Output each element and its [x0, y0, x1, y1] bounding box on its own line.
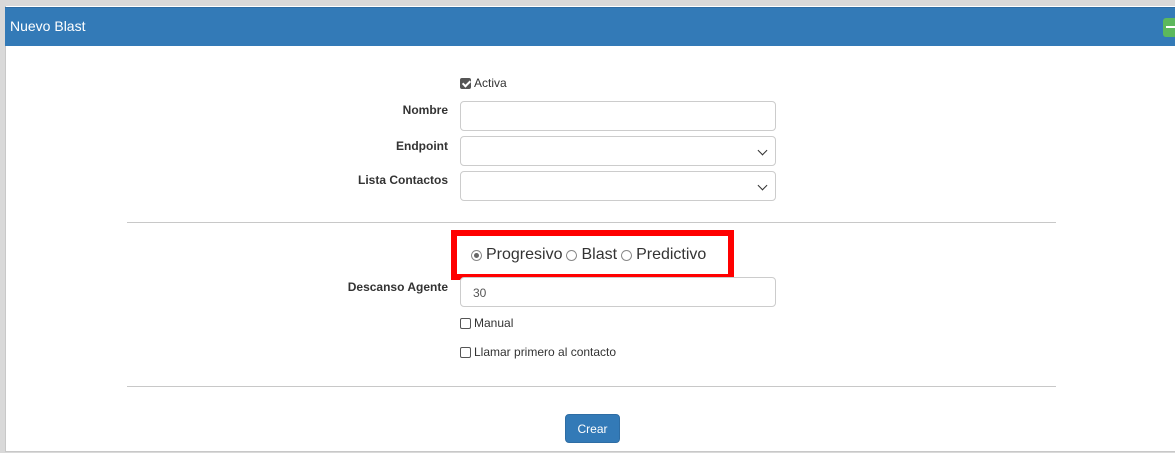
radio-predictivo-label[interactable]: Predictivo — [636, 246, 706, 264]
radio-predictivo[interactable] — [621, 249, 633, 261]
radio-blast[interactable] — [566, 249, 578, 261]
activa-checkbox[interactable] — [460, 77, 471, 89]
chevron-down-icon — [757, 145, 768, 156]
dial-mode-radio-group: Progresivo Blast Predictivo — [471, 246, 710, 264]
endpoint-label: Endpoint — [396, 139, 448, 153]
activa-checkbox-row[interactable]: Activa — [460, 76, 507, 90]
manual-checkbox-row[interactable]: Manual — [460, 316, 513, 330]
lista-contactos-label: Lista Contactos — [357, 173, 448, 187]
radio-blast-label[interactable]: Blast — [581, 246, 617, 264]
activa-label: Activa — [474, 76, 507, 90]
llamar-checkbox-row[interactable]: Llamar primero al contacto — [460, 345, 616, 359]
divider — [127, 386, 1056, 387]
panel-title: Nuevo Blast — [10, 18, 86, 34]
descanso-agente-label: Descanso Agente — [347, 280, 448, 294]
crear-button[interactable]: Crear — [565, 414, 620, 443]
chevron-down-icon — [757, 180, 768, 191]
manual-checkbox[interactable] — [460, 317, 471, 329]
descanso-agente-value: 30 — [473, 286, 487, 300]
collapse-icon[interactable] — [1163, 18, 1175, 37]
divider — [127, 222, 1056, 223]
radio-progresivo[interactable] — [471, 249, 482, 261]
radio-progresivo-label[interactable]: Progresivo — [486, 246, 562, 264]
llamar-label: Llamar primero al contacto — [474, 345, 617, 359]
nombre-label: Nombre — [402, 103, 448, 117]
llamar-checkbox[interactable] — [460, 346, 471, 358]
endpoint-select[interactable] — [460, 136, 776, 166]
nombre-input[interactable] — [460, 101, 776, 131]
manual-label: Manual — [474, 316, 514, 330]
lista-contactos-select[interactable] — [460, 171, 776, 201]
panel-header: Nuevo Blast — [5, 7, 1175, 46]
descanso-agente-input[interactable]: 30 — [460, 277, 776, 307]
